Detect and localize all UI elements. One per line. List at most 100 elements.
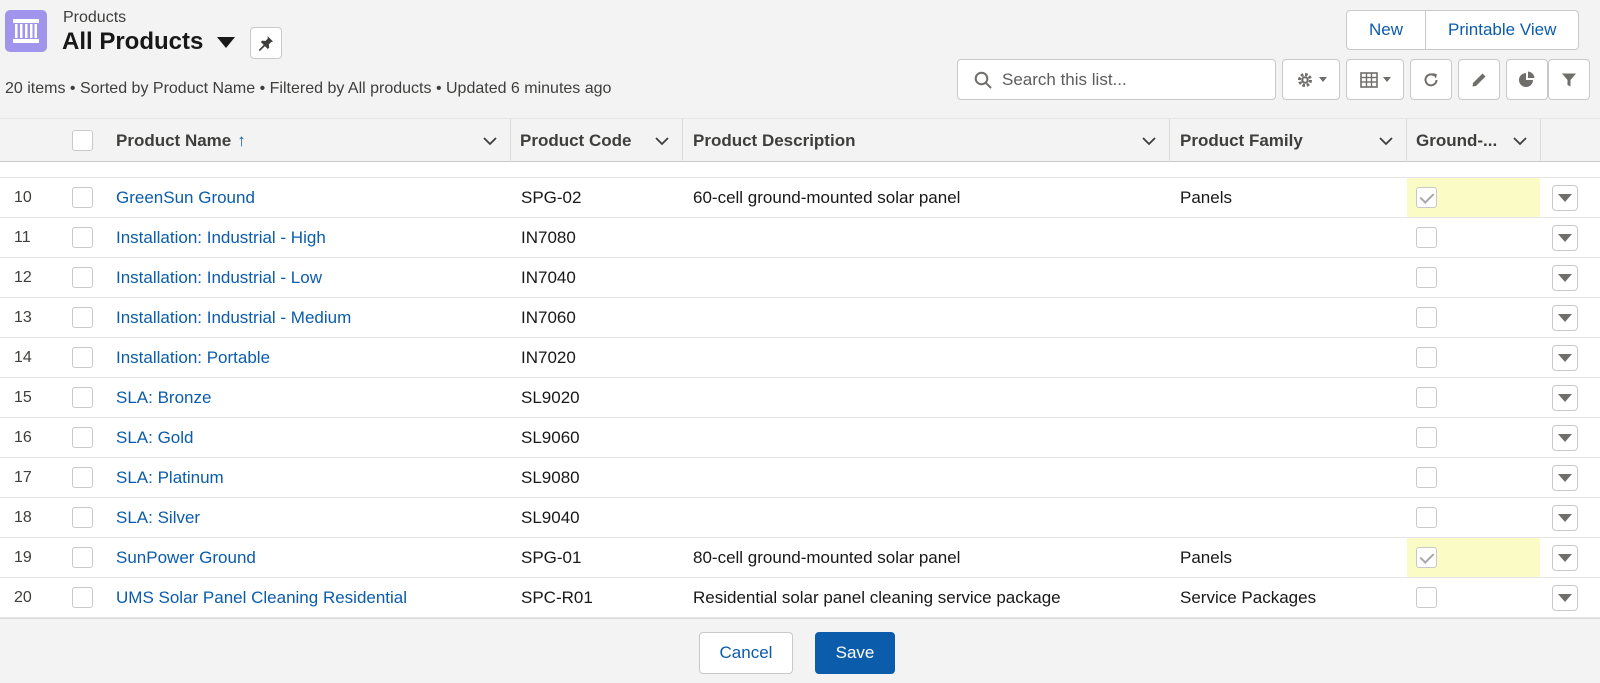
chevron-down-icon (1318, 77, 1327, 82)
row-select-cell (72, 178, 102, 217)
column-header-product-name[interactable]: Product Name ↑ (116, 119, 510, 162)
row-actions-button[interactable] (1552, 224, 1578, 251)
ground-checkbox[interactable] (1416, 187, 1437, 208)
row-actions-button[interactable] (1552, 184, 1578, 211)
column-divider[interactable] (510, 119, 511, 162)
search-icon (974, 71, 992, 88)
product-name-cell: GreenSun Ground (116, 178, 506, 217)
row-actions-button[interactable] (1552, 544, 1578, 571)
chevron-down-icon[interactable] (654, 133, 670, 149)
refresh-button[interactable] (1410, 59, 1452, 100)
product-description-cell (693, 338, 1167, 377)
row-actions-button[interactable] (1552, 344, 1578, 371)
row-select-cell (72, 298, 102, 337)
row-select-checkbox[interactable] (72, 427, 93, 448)
charts-button[interactable] (1506, 59, 1548, 100)
product-name-link[interactable]: SLA: Gold (116, 428, 194, 448)
ground-checkbox[interactable] (1416, 307, 1437, 328)
product-code-cell: IN7020 (521, 347, 576, 367)
cancel-button[interactable]: Cancel (699, 632, 793, 674)
product-name-link[interactable]: SunPower Ground (116, 548, 256, 568)
pin-list-button[interactable] (250, 27, 282, 59)
row-actions-button[interactable] (1552, 584, 1578, 611)
product-name-link[interactable]: Installation: Industrial - High (116, 228, 326, 248)
table-row: 20 UMS Solar Panel Cleaning Residential SP… (0, 578, 1600, 618)
product-name-cell: SLA: Bronze (116, 378, 506, 417)
ground-checkbox[interactable] (1416, 587, 1437, 608)
product-name-link[interactable]: SLA: Silver (116, 508, 200, 528)
display-as-button[interactable] (1346, 59, 1404, 100)
row-select-checkbox[interactable] (72, 347, 93, 368)
row-select-checkbox[interactable] (72, 187, 93, 208)
column-header-product-description[interactable]: Product Description (693, 119, 1169, 162)
product-name-link[interactable]: SLA: Platinum (116, 468, 224, 488)
row-actions-button[interactable] (1552, 264, 1578, 291)
row-select-cell (72, 418, 102, 457)
row-select-checkbox[interactable] (72, 587, 93, 608)
new-button[interactable]: New (1347, 11, 1425, 49)
chevron-down-icon[interactable] (1512, 133, 1528, 149)
product-name-link[interactable]: SLA: Bronze (116, 388, 211, 408)
column-label: Product Family (1180, 130, 1303, 150)
row-actions-button[interactable] (1552, 384, 1578, 411)
list-view-switcher-icon[interactable] (217, 36, 236, 48)
table-row: 19 SunPower Ground SPG-01 80-cell ground-mo… (0, 538, 1600, 578)
row-number: 14 (14, 348, 32, 366)
product-family-cell (1180, 218, 1404, 257)
row-actions-cell (1552, 178, 1586, 217)
chevron-down-icon[interactable] (1378, 133, 1394, 149)
product-name-link[interactable]: Installation: Portable (116, 348, 270, 368)
ground-checkbox[interactable] (1416, 347, 1437, 368)
row-select-checkbox[interactable] (72, 267, 93, 288)
ground-checkbox[interactable] (1416, 227, 1437, 248)
product-name-link[interactable]: GreenSun Ground (116, 188, 255, 208)
row-actions-button[interactable] (1552, 424, 1578, 451)
product-name-link[interactable]: Installation: Industrial - Medium (116, 308, 351, 328)
filters-button[interactable] (1548, 59, 1590, 100)
chevron-down-icon (1558, 273, 1572, 282)
column-header-product-family[interactable]: Product Family (1180, 119, 1406, 162)
ground-checkbox[interactable] (1416, 547, 1437, 568)
select-all-checkbox[interactable] (72, 130, 93, 151)
printable-view-button[interactable]: Printable View (1425, 11, 1578, 49)
row-number: 13 (14, 308, 32, 326)
list-settings-button[interactable] (1282, 59, 1340, 100)
row-select-cell (72, 458, 102, 497)
ground-checkbox[interactable] (1416, 267, 1437, 288)
product-name-link[interactable]: UMS Solar Panel Cleaning Residential (116, 588, 407, 608)
row-select-checkbox[interactable] (72, 387, 93, 408)
column-divider[interactable] (1406, 119, 1407, 162)
ground-checkbox[interactable] (1416, 467, 1437, 488)
row-actions-button[interactable] (1552, 464, 1578, 491)
row-actions-button[interactable] (1552, 504, 1578, 531)
search-input[interactable] (1002, 69, 1262, 90)
row-actions-button[interactable] (1552, 304, 1578, 331)
row-select-checkbox[interactable] (72, 547, 93, 568)
list-view-title[interactable]: All Products (62, 28, 236, 56)
product-code-cell: SL9020 (521, 387, 580, 407)
ground-checkbox[interactable] (1416, 507, 1437, 528)
sort-ascending-icon: ↑ (237, 130, 246, 150)
column-header-ground[interactable]: Ground-... (1416, 119, 1540, 162)
row-select-checkbox[interactable] (72, 307, 93, 328)
column-divider[interactable] (1540, 119, 1541, 162)
row-select-checkbox[interactable] (72, 227, 93, 248)
product-name-link[interactable]: Installation: Industrial - Low (116, 268, 322, 288)
product-code-cell: IN7040 (521, 267, 576, 287)
row-select-checkbox[interactable] (72, 467, 93, 488)
chevron-down-icon[interactable] (482, 133, 498, 149)
row-select-checkbox[interactable] (72, 507, 93, 528)
column-divider[interactable] (1169, 119, 1170, 162)
list-search-box[interactable] (957, 59, 1276, 100)
row-select-cell (72, 578, 102, 617)
column-divider[interactable] (682, 119, 683, 162)
row-select-cell (72, 378, 102, 417)
edit-list-button[interactable] (1458, 59, 1500, 100)
chevron-down-icon (1558, 193, 1572, 202)
chevron-down-icon[interactable] (1141, 133, 1157, 149)
ground-checkbox[interactable] (1416, 387, 1437, 408)
ground-checkbox[interactable] (1416, 427, 1437, 448)
column-header-product-code[interactable]: Product Code (520, 119, 682, 162)
product-name-cell: Installation: Industrial - Low (116, 258, 506, 297)
save-button[interactable]: Save (815, 632, 895, 674)
